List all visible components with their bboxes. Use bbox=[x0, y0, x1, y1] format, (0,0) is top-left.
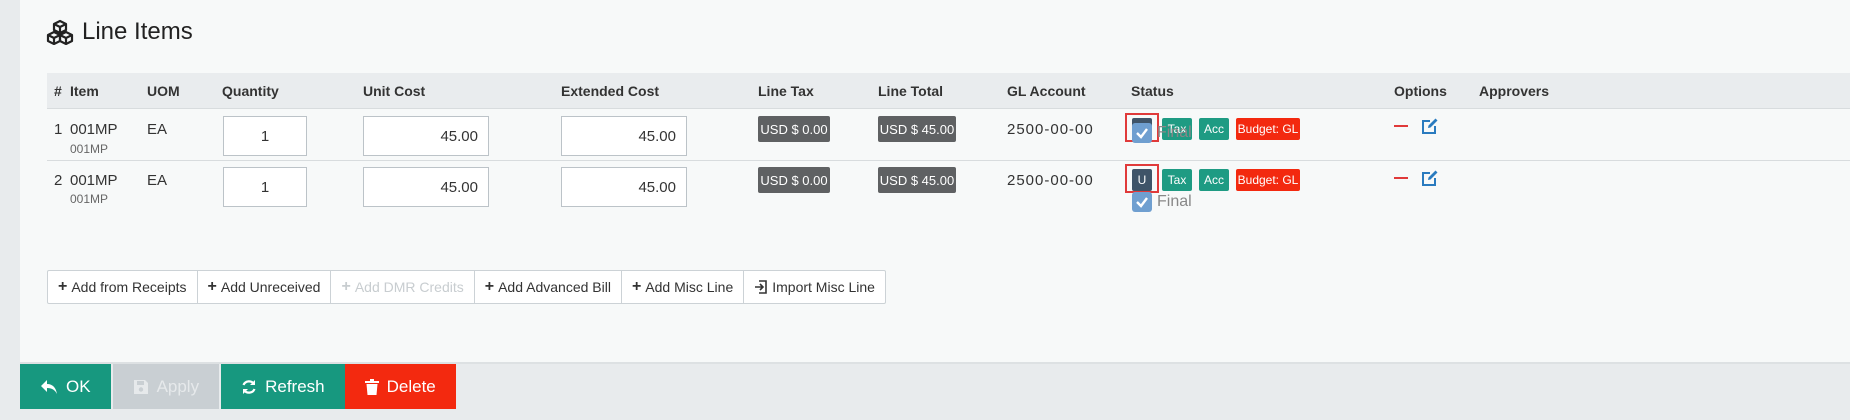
add-unreceived-button[interactable]: + Add Unreceived bbox=[198, 271, 332, 303]
u-badge[interactable]: U bbox=[1132, 169, 1152, 191]
quantity-input[interactable]: 1 bbox=[223, 167, 307, 207]
unit-cost-input[interactable]: 45.00 bbox=[363, 167, 489, 207]
check-icon bbox=[1136, 128, 1148, 139]
cubes-icon bbox=[46, 19, 74, 45]
footer-action-bar: OK Apply Refresh Delete bbox=[20, 364, 456, 409]
refresh-icon bbox=[242, 379, 256, 394]
row-item: 001MP bbox=[70, 121, 118, 138]
line-tax-badge: USD $ 0.00 bbox=[758, 167, 830, 193]
delete-button[interactable]: Delete bbox=[344, 364, 456, 409]
section-title: Line Items bbox=[46, 18, 193, 46]
col-options: Options bbox=[1394, 83, 1447, 99]
check-icon bbox=[1136, 197, 1148, 208]
budget-badge[interactable]: Budget: GL bbox=[1236, 169, 1300, 191]
page-title: Line Items bbox=[82, 18, 193, 45]
final-checkbox[interactable] bbox=[1132, 123, 1152, 143]
line-total-badge: USD $ 45.00 bbox=[878, 116, 956, 142]
apply-button: Apply bbox=[112, 364, 220, 409]
edit-icon[interactable] bbox=[1421, 169, 1439, 187]
tax-badge[interactable]: Tax bbox=[1162, 169, 1192, 191]
add-misc-line-button[interactable]: + Add Misc Line bbox=[622, 271, 745, 303]
extended-cost-input[interactable]: 45.00 bbox=[561, 167, 687, 207]
plus-icon: + bbox=[58, 278, 68, 295]
ok-button[interactable]: OK bbox=[20, 364, 111, 409]
budget-badge[interactable]: Budget: GL bbox=[1236, 118, 1300, 140]
edit-icon[interactable] bbox=[1421, 117, 1439, 135]
add-lines-toolbar: + Add from Receipts + Add Unreceived + Add … bbox=[47, 270, 886, 304]
col-status: Status bbox=[1131, 83, 1174, 99]
row-uom: EA bbox=[147, 172, 168, 189]
remove-line-icon[interactable] bbox=[1394, 177, 1408, 179]
line-tax-badge: USD $ 0.00 bbox=[758, 116, 830, 142]
plus-icon: + bbox=[341, 278, 351, 295]
unit-cost-input[interactable]: 45.00 bbox=[363, 116, 489, 156]
trash-icon bbox=[364, 378, 379, 395]
final-label: Final bbox=[1157, 124, 1192, 141]
col-num: # bbox=[54, 83, 62, 99]
line-total-badge: USD $ 45.00 bbox=[878, 167, 956, 193]
gl-account: 2500-00-00 bbox=[1007, 172, 1094, 189]
col-unit-cost: Unit Cost bbox=[363, 83, 426, 99]
row-uom: EA bbox=[147, 121, 168, 138]
row-num: 1 bbox=[54, 121, 63, 138]
plus-icon: + bbox=[484, 278, 495, 295]
save-icon bbox=[133, 379, 148, 394]
row-num: 2 bbox=[54, 172, 63, 189]
col-approvers: Approvers bbox=[1479, 83, 1550, 99]
table-row: 2 001MP 001MP EA 1 45.00 45.00 USD $ 0.0… bbox=[47, 160, 1850, 242]
col-line-total: Line Total bbox=[878, 83, 944, 99]
plus-icon: + bbox=[631, 278, 642, 295]
remove-line-icon[interactable] bbox=[1394, 125, 1408, 127]
col-item: Item bbox=[70, 83, 99, 99]
reply-icon bbox=[41, 379, 57, 394]
col-extended-cost: Extended Cost bbox=[561, 83, 660, 99]
col-gl-account: GL Account bbox=[1007, 83, 1086, 99]
acc-badge[interactable]: Acc bbox=[1199, 118, 1229, 140]
row-item-desc: 001MP bbox=[70, 142, 109, 156]
add-dmr-credits-button: + Add DMR Credits bbox=[331, 271, 475, 303]
row-item: 001MP bbox=[70, 172, 118, 189]
row-item-desc: 001MP bbox=[70, 192, 109, 206]
refresh-button[interactable]: Refresh bbox=[221, 364, 345, 409]
plus-icon: + bbox=[207, 278, 217, 295]
add-advanced-bill-button[interactable]: + Add Advanced Bill bbox=[475, 271, 622, 303]
quantity-input[interactable]: 1 bbox=[223, 116, 307, 156]
line-items-panel: Line Items # Item UOM Quantity Unit Cost… bbox=[20, 0, 1850, 362]
extended-cost-input[interactable]: 45.00 bbox=[561, 116, 687, 156]
import-misc-line-button[interactable]: Import Misc Line bbox=[744, 271, 885, 303]
col-quantity: Quantity bbox=[222, 83, 279, 99]
col-line-tax: Line Tax bbox=[758, 83, 814, 99]
final-checkbox[interactable] bbox=[1132, 192, 1152, 212]
final-label: Final bbox=[1157, 193, 1192, 210]
gl-account: 2500-00-00 bbox=[1007, 121, 1094, 138]
add-from-receipts-button[interactable]: + Add from Receipts bbox=[48, 271, 198, 303]
table-header: # Item UOM Quantity Unit Cost Extended C… bbox=[47, 73, 1850, 108]
acc-badge[interactable]: Acc bbox=[1199, 169, 1229, 191]
col-uom: UOM bbox=[147, 83, 180, 99]
import-icon bbox=[755, 280, 768, 294]
